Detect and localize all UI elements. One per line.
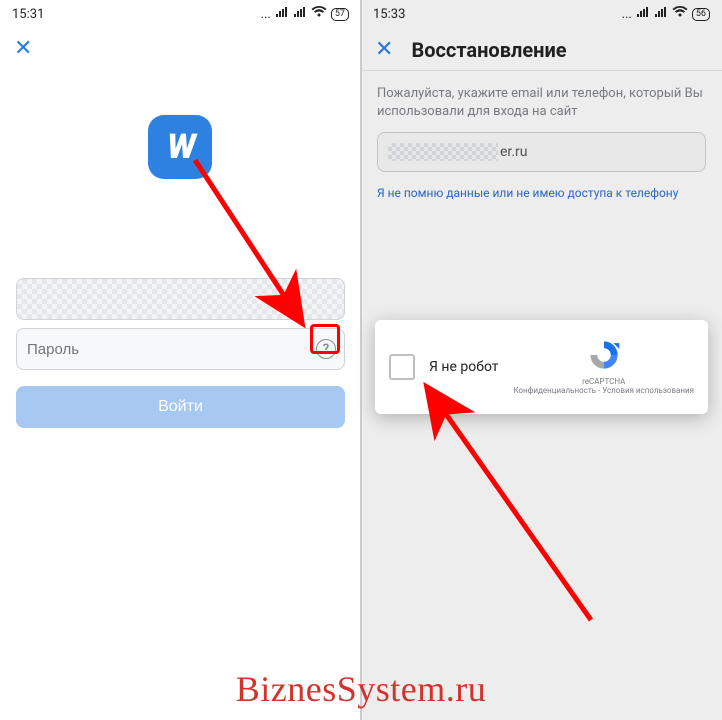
recovery-screen: 15:33 ... 56 ✕ Восстановление Пожалуйста… — [361, 0, 722, 720]
signal-icon-2 — [293, 6, 307, 22]
page-title: Восстановление — [411, 38, 566, 62]
masked-email-part — [388, 143, 498, 161]
email-input[interactable]: er.ru — [377, 132, 706, 172]
recaptcha-terms-link[interactable]: Условия использования — [602, 386, 694, 395]
wifi-icon — [672, 6, 688, 22]
recaptcha-branding: reCAPTCHA Конфиденциальность - Условия и… — [513, 338, 694, 396]
status-bar: 15:33 ... 56 — [361, 0, 722, 28]
login-form: ? Войти — [16, 278, 345, 428]
header: ✕ Восстановление — [361, 28, 722, 71]
dots-icon: ... — [622, 7, 632, 22]
panel-divider — [360, 0, 362, 720]
status-bar: 15:31 ... 57 — [0, 0, 361, 28]
recaptcha-brand-text: reCAPTCHA — [513, 377, 694, 387]
dots-icon: ... — [261, 7, 271, 22]
signal-icon — [636, 6, 650, 22]
login-button[interactable]: Войти — [16, 386, 345, 428]
recaptcha-checkbox[interactable] — [389, 354, 415, 380]
close-icon[interactable]: ✕ — [375, 39, 393, 61]
close-icon[interactable]: ✕ — [14, 38, 32, 60]
forgot-data-link[interactable]: Я не помню данные или не имею доступа к … — [361, 180, 722, 206]
clock: 15:33 — [373, 7, 405, 22]
battery-indicator: 56 — [692, 8, 710, 21]
login-field[interactable] — [16, 278, 345, 320]
signal-icon — [275, 6, 289, 22]
recaptcha-label: Я не робот — [429, 359, 499, 375]
password-field-wrapper: ? — [16, 328, 345, 370]
signal-icon-2 — [654, 6, 668, 22]
wifi-icon — [311, 6, 327, 22]
instruction-text: Пожалуйста, укажите email или телефон, к… — [361, 71, 722, 128]
login-screen: 15:31 ... 57 ✕ W ? — [0, 0, 361, 720]
recaptcha-privacy-link[interactable]: Конфиденциальность — [513, 386, 596, 395]
clock: 15:31 — [12, 7, 44, 22]
email-visible-suffix: er.ru — [500, 144, 527, 160]
header: ✕ — [0, 28, 361, 68]
recaptcha-icon — [587, 338, 621, 372]
battery-indicator: 57 — [331, 8, 349, 21]
password-input[interactable] — [27, 341, 334, 358]
recaptcha-card: Я не робот reCAPTCHA Конфиденциальность … — [375, 320, 708, 414]
vk-logo: W — [148, 115, 212, 179]
status-icons: ... 57 — [261, 6, 349, 22]
help-icon[interactable]: ? — [316, 339, 336, 359]
status-icons: ... 56 — [622, 6, 710, 22]
